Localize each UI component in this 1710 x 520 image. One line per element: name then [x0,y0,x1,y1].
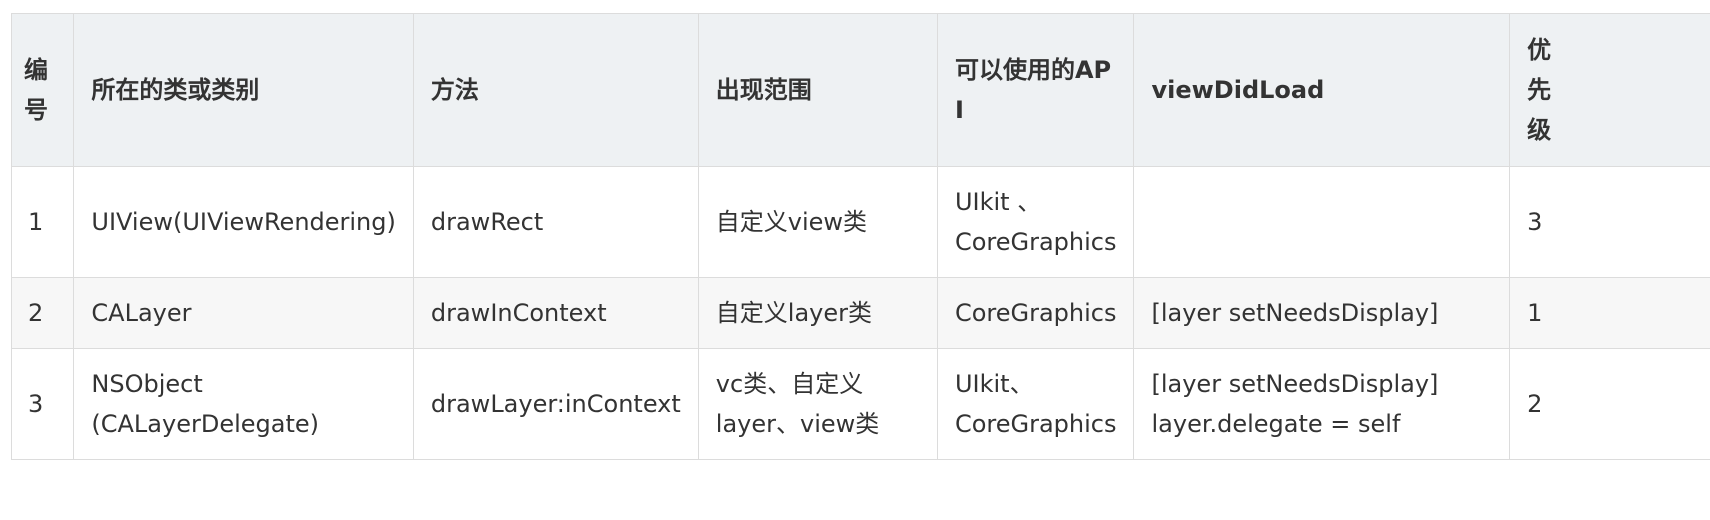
cell-text: UIView(UIViewRendering) [91,208,396,236]
table-row: 1 UIView(UIViewRendering) drawRect 自定义vi… [10,166,1710,278]
cell-method: drawRect [412,166,699,278]
cell-method: drawInContext [412,277,699,349]
cell-api: UIkit、 CoreGraphics [936,348,1135,460]
cell-text: [layer setNeedsDisplay] [1151,299,1439,327]
cell-text: CoreGraphics [954,228,1117,256]
cell-scope: 自定义view类 [697,166,938,278]
cell-view-did-load: [layer setNeedsDisplay] layer.delegate =… [1133,348,1511,460]
cell-class: NSObject (CALayerDelegate) [73,348,414,460]
cell-scope: vc类、自定义 layer、view类 [697,348,938,460]
header-view-did-load: viewDidLoad [1133,13,1511,167]
cell-text: (CALayerDelegate) [91,410,320,438]
header-class: 所在的类或类别 [73,13,414,167]
cell-text: layer、view类 [715,410,880,438]
table-row: 3 NSObject (CALayerDelegate) drawLayer:i… [10,348,1710,460]
cell-text: vc类、自定义 [715,370,864,398]
header-api: 可以使用的API [936,13,1135,167]
cell-class: UIView(UIViewRendering) [73,166,414,278]
header-priority-text: 优先级 [1527,36,1552,144]
cell-number: 3 [10,348,75,460]
header-number: 编号 [10,13,75,167]
header-scope: 出现范围 [697,13,938,167]
table-row: 2 CALayer drawInContext 自定义layer类 CoreGr… [10,277,1710,349]
cell-view-did-load: [layer setNeedsDisplay] [1133,277,1511,349]
cell-text: [layer setNeedsDisplay] [1151,370,1439,398]
cell-number: 2 [10,277,75,349]
cell-api: UIkit 、 CoreGraphics [936,166,1135,278]
drawing-methods-table: 编号 所在的类或类别 方法 出现范围 可以使用的API viewDidLoad … [10,13,1710,460]
cell-scope: 自定义layer类 [697,277,938,349]
cell-priority: 3 [1509,166,1710,278]
cell-text: CALayer [91,299,192,327]
cell-class: CALayer [73,277,414,349]
header-method: 方法 [412,13,699,167]
cell-text: CoreGraphics [954,410,1117,438]
cell-method: drawLayer:inContext [412,348,699,460]
cell-priority: 2 [1509,348,1710,460]
cell-text: CoreGraphics [954,299,1117,327]
cell-api: CoreGraphics [936,277,1135,349]
cell-number: 1 [10,166,75,278]
cell-text: 自定义layer类 [715,299,873,327]
cell-text: layer.delegate = self [1151,410,1401,438]
cell-text: NSObject [91,370,203,398]
cell-view-did-load [1133,166,1511,278]
cell-priority: 1 [1509,277,1710,349]
header-priority: 优先级 [1509,13,1710,167]
table-header-row: 编号 所在的类或类别 方法 出现范围 可以使用的API viewDidLoad … [10,13,1710,167]
cell-text: UIkit、 [954,370,1034,398]
cell-text: UIkit 、 [954,188,1042,216]
cell-text: 自定义view类 [715,208,868,236]
